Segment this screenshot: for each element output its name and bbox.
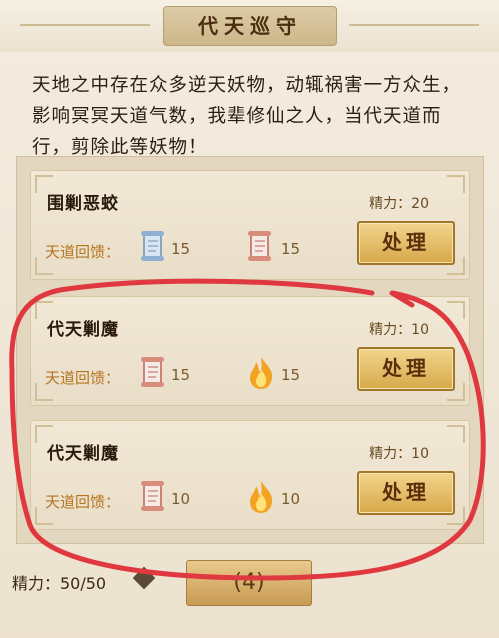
handle-button[interactable]: 处理 [357, 347, 455, 391]
blue-scroll-icon [139, 229, 167, 267]
corner-ornament [447, 425, 465, 443]
reward-value: 15 [281, 240, 301, 258]
corner-ornament [447, 301, 465, 319]
reward-label: 天道回馈： [45, 369, 121, 387]
refresh-button[interactable]: (4) [186, 560, 312, 606]
flame-icon [246, 479, 276, 519]
intro-text: 天地之中存在众多逆天妖物，动辄祸害一方众生，影响冥冥天道气数，我辈修仙之人，当代… [32, 75, 462, 158]
title-divider-left [20, 24, 150, 26]
reward-label: 天道回馈： [45, 493, 121, 511]
handle-button[interactable]: 处理 [357, 221, 455, 265]
page-title: 代天巡守 [163, 6, 337, 46]
reward-label: 天道回馈： [45, 243, 121, 261]
diamond-ornament-icon [132, 566, 156, 590]
task-name: 代天剿魔 [47, 444, 119, 464]
corner-ornament [447, 175, 465, 193]
red-scroll-icon [139, 355, 167, 393]
task-card: 围剿恶蛟 精力：20 天道回馈： 15 15 处理 [30, 170, 470, 280]
task-energy-cost: 精力：10 [369, 446, 429, 462]
reward-value: 10 [281, 490, 301, 508]
title-bar: 代天巡守 [0, 0, 499, 52]
task-panel: 代天巡守 天地之中存在众多逆天妖物，动辄祸害一方众生，影响冥冥天道气数，我辈修仙… [0, 0, 499, 638]
task-card: 代天剿魔 精力：10 天道回馈： 15 15 处理 [30, 296, 470, 406]
task-name: 代天剿魔 [47, 320, 119, 340]
red-scroll-icon [246, 229, 274, 267]
flame-icon [246, 355, 276, 395]
reward-value: 15 [281, 366, 301, 384]
reward-value: 15 [171, 240, 191, 258]
reward-value: 15 [171, 366, 191, 384]
title-divider-right [349, 24, 479, 26]
task-card: 代天剿魔 精力：10 天道回馈： 10 10 处理 [30, 420, 470, 530]
handle-button[interactable]: 处理 [357, 471, 455, 515]
total-energy: 精力：50/50 [12, 574, 107, 593]
reward-value: 10 [171, 490, 191, 508]
red-scroll-icon [139, 479, 167, 517]
task-energy-cost: 精力：10 [369, 322, 429, 338]
task-name: 围剿恶蛟 [47, 194, 119, 214]
task-energy-cost: 精力：20 [369, 196, 429, 212]
